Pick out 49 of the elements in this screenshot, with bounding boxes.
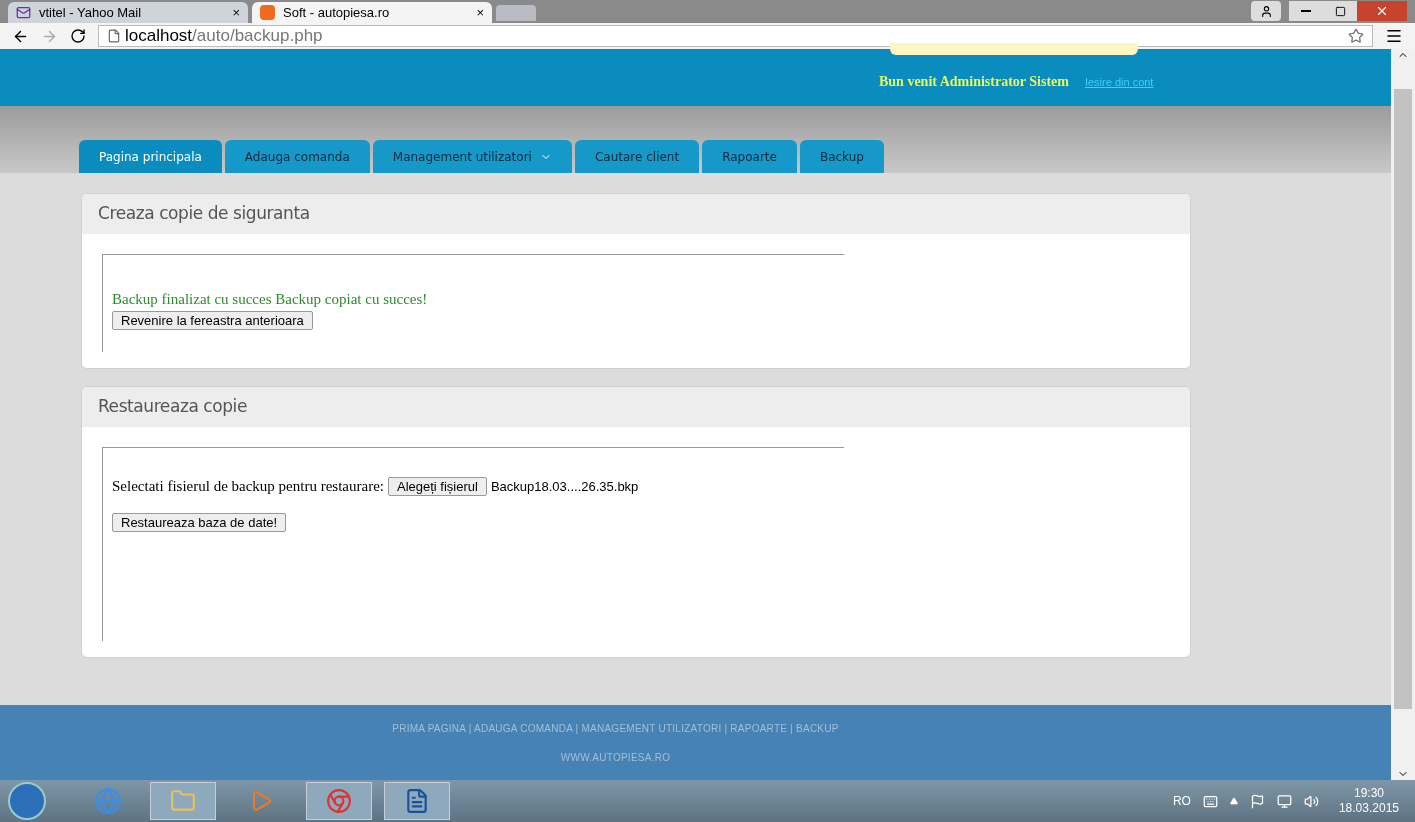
document-icon (404, 788, 430, 814)
url-text: localhost/auto/backup.php (125, 25, 323, 48)
reload-icon[interactable] (70, 28, 86, 44)
panel-title: Creaza copie de siguranta (98, 202, 310, 226)
scrollbar-thumb[interactable] (1394, 89, 1412, 709)
person-icon (1259, 4, 1273, 18)
nav-tab[interactable]: Adauga comanda (224, 140, 370, 173)
address-field[interactable]: localhost/auto/backup.php (98, 25, 1373, 47)
page-icon (107, 29, 121, 43)
browser-tab[interactable]: Soft - autopiesa.ro × (252, 2, 492, 23)
panel-title: Restaureaza copie (98, 395, 247, 419)
taskbar-button[interactable] (384, 782, 450, 820)
close-tab-button[interactable]: × (476, 2, 484, 23)
maximize-button[interactable] (1323, 1, 1357, 21)
close-icon (1375, 4, 1389, 18)
search-field[interactable] (890, 43, 1138, 55)
minimize-icon (1301, 10, 1311, 12)
nav-tab[interactable]: Management utilizatori (372, 140, 572, 173)
folder-icon (170, 788, 196, 814)
taskbar-button[interactable] (306, 782, 372, 820)
minimize-button[interactable] (1289, 1, 1323, 21)
bookmark-star-icon[interactable] (1348, 28, 1364, 44)
restore-button[interactable]: Restaureaza baza de date! (112, 512, 287, 532)
footer-links: PRIMA PAGINA | ADAUGA COMANDA | MANAGEMENT UTILIZATORI | RAPOARTE | BACKUP (392, 721, 839, 736)
welcome-text: Bun venit Administrator Sistem (879, 73, 1069, 91)
site-icon (260, 5, 275, 20)
menu-icon[interactable] (1385, 27, 1403, 45)
nav-tab[interactable]: Cautare client (574, 140, 700, 173)
back-button[interactable]: Revenire la fereastra anterioara (112, 310, 313, 330)
speaker-icon[interactable] (1303, 793, 1319, 809)
success-message: Backup finalizat cu succes Backup copiat cu succes! (112, 290, 428, 309)
start-button[interactable] (8, 782, 46, 820)
keyboard-icon[interactable] (1202, 793, 1218, 809)
file-name: Backup18.03....26.35.bkp (490, 477, 639, 496)
close-tab-button[interactable]: × (232, 2, 240, 23)
envelope-icon (16, 5, 31, 20)
profile-button[interactable] (1251, 1, 1281, 21)
nav-tab[interactable]: Pagina principala (79, 140, 222, 173)
browser-tab[interactable]: vtitel - Yahoo Mail × (8, 2, 248, 23)
choose-file-button[interactable]: Alegeți fișierul (387, 476, 487, 496)
nav-tab[interactable]: Backup (799, 140, 884, 173)
nav-tab[interactable]: Rapoarte (702, 140, 797, 173)
browser-icon (326, 788, 352, 814)
file-label: Selectati fisierul de backup pentru restaurare: (112, 477, 384, 496)
footer-site: WWW.AUTOPIESA.RO (560, 750, 671, 765)
flag-icon[interactable] (1249, 793, 1265, 809)
maximize-icon (1334, 5, 1346, 17)
clock[interactable]: 19:30 18.03.2015 (1330, 786, 1407, 816)
language-indicator[interactable]: RO (1172, 792, 1191, 810)
